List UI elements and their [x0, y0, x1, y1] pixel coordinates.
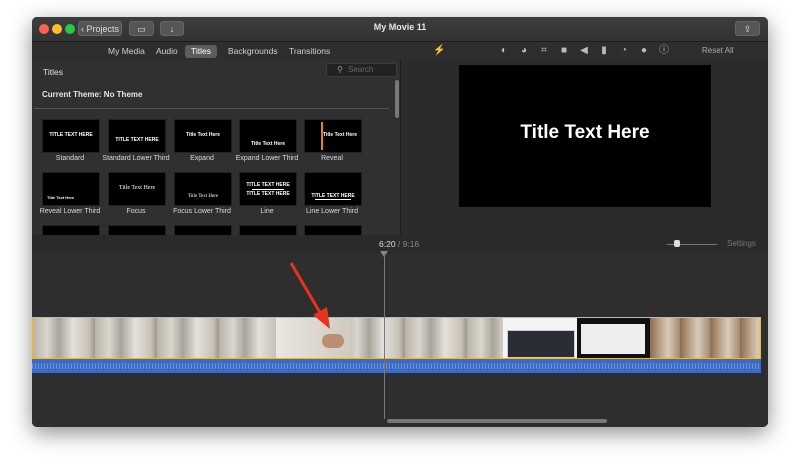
annotation-arrow: [289, 262, 330, 329]
arrow-head: [313, 307, 330, 329]
arrow-shaft: [289, 262, 324, 317]
